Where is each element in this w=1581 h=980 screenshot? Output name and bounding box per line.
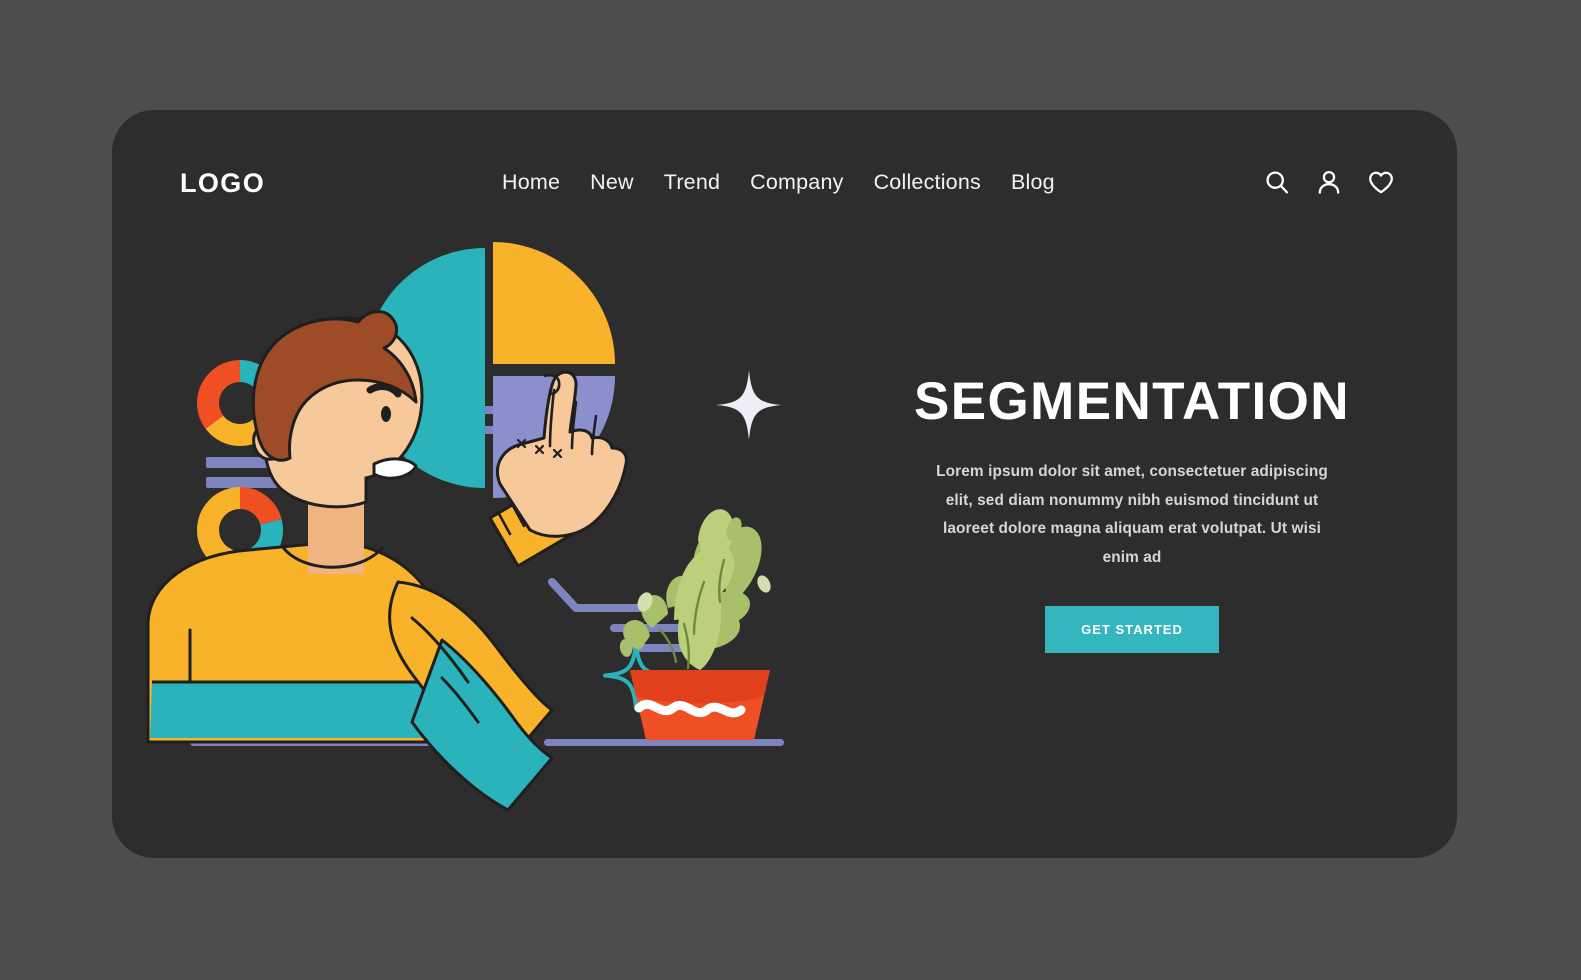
user-icon[interactable] bbox=[1315, 168, 1343, 196]
nav-item-home[interactable]: Home bbox=[502, 170, 560, 195]
nav-item-blog[interactable]: Blog bbox=[1011, 170, 1055, 195]
sparkle-white-icon bbox=[716, 370, 782, 440]
nav-item-company[interactable]: Company bbox=[750, 170, 843, 195]
logo[interactable]: LOGO bbox=[180, 168, 265, 199]
hero-card: LOGO Home New Trend Company Collections … bbox=[112, 110, 1457, 858]
get-started-button[interactable]: GET STARTED bbox=[1045, 606, 1219, 653]
hero-illustration bbox=[112, 230, 832, 858]
heart-icon[interactable] bbox=[1367, 168, 1395, 196]
search-icon[interactable] bbox=[1263, 168, 1291, 196]
nav-item-new[interactable]: New bbox=[590, 170, 634, 195]
donut-1-bar-2 bbox=[206, 477, 278, 488]
header-icon-group bbox=[1263, 168, 1395, 196]
potted-plant bbox=[619, 509, 771, 740]
nav-item-trend[interactable]: Trend bbox=[664, 170, 720, 195]
page-root: LOGO Home New Trend Company Collections … bbox=[0, 0, 1581, 980]
illustration-svg bbox=[146, 242, 784, 812]
hero-copy: SEGMENTATION Lorem ipsum dolor sit amet,… bbox=[832, 375, 1432, 653]
ground-line-right bbox=[544, 739, 784, 746]
main-nav: Home New Trend Company Collections Blog bbox=[502, 170, 1055, 195]
page-title: SEGMENTATION bbox=[914, 372, 1350, 431]
hero-paragraph: Lorem ipsum dolor sit amet, consectetuer… bbox=[936, 463, 1328, 566]
nav-item-collections[interactable]: Collections bbox=[874, 170, 981, 195]
